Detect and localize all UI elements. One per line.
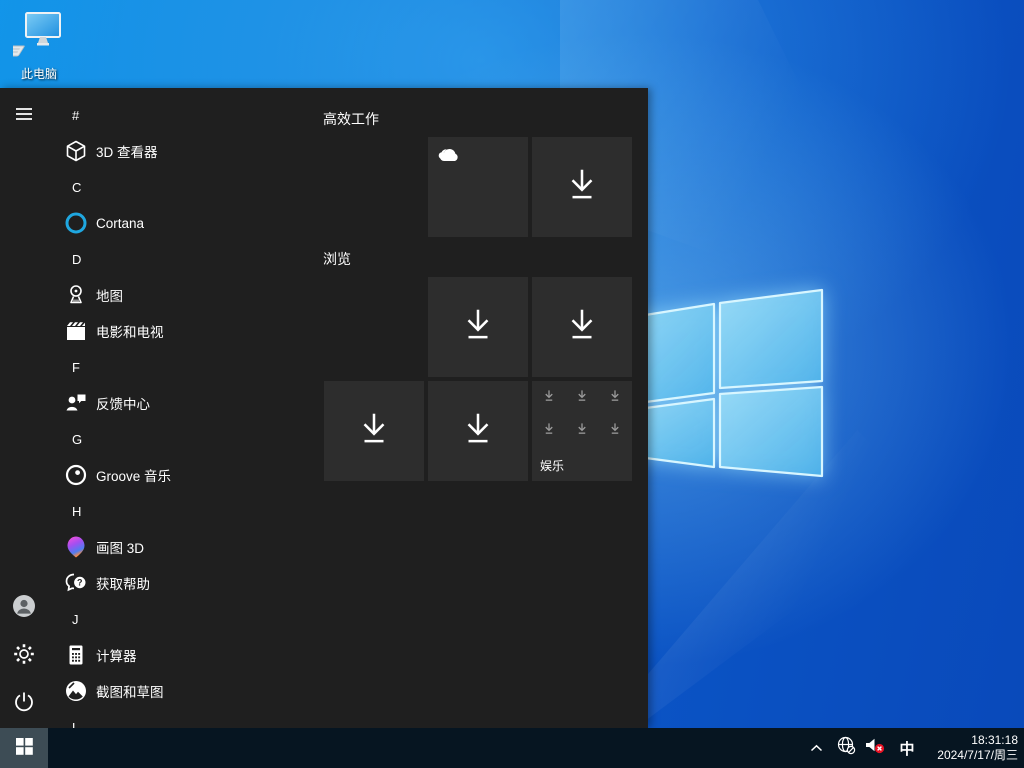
app-list-item[interactable]: Cortana <box>48 205 348 241</box>
tile-group-title[interactable]: 高效工作 <box>323 109 379 129</box>
app-label: 反馈中心 <box>96 393 150 413</box>
this-pc-icon <box>13 47 65 64</box>
mini-download-arrow-icon <box>576 389 589 407</box>
tile-folder-label: 娱乐 <box>540 457 564 474</box>
app-list-item[interactable]: 3D 查看器 <box>48 133 348 169</box>
start-button[interactable] <box>0 728 48 768</box>
tile-pending-download[interactable] <box>428 381 528 481</box>
taskbar: 中 18:31:18 2024/7/17/周三 <box>0 728 1024 768</box>
app-list-letter-header[interactable]: L <box>48 709 348 728</box>
taskbar-clock[interactable]: 18:31:18 2024/7/17/周三 <box>926 733 1018 763</box>
this-pc-label: 此电脑 <box>6 67 72 81</box>
snip-sketch-icon <box>64 679 88 703</box>
maps-icon <box>64 283 88 307</box>
tile-pending-download[interactable] <box>324 381 424 481</box>
start-menu-rail <box>0 88 48 728</box>
3d-viewer-icon <box>64 139 88 163</box>
power-button[interactable] <box>0 680 48 728</box>
tile-area: 高效工作浏览娱乐 <box>324 88 632 728</box>
user-account-button[interactable] <box>0 584 48 632</box>
app-list: #3D 查看器 C Cortana D 地图电影和电视 F 反馈中心 G Groove 音乐 H画… <box>48 97 348 728</box>
app-label: 3D 查看器 <box>96 141 158 161</box>
download-arrow-icon <box>563 166 601 209</box>
download-arrow-icon <box>563 306 601 349</box>
gear-icon <box>13 643 35 670</box>
tile-pending-download[interactable] <box>428 277 528 377</box>
windows-start-icon <box>16 738 33 758</box>
power-icon <box>13 691 35 718</box>
globe-no-internet-icon <box>837 736 856 760</box>
app-list-item[interactable]: 画图 3D <box>48 529 348 565</box>
speaker-muted-icon <box>865 737 887 760</box>
expand-menu-button[interactable] <box>0 92 48 140</box>
app-list-letter-header[interactable]: # <box>48 97 348 133</box>
download-arrow-icon <box>459 410 497 453</box>
app-label: 获取帮助 <box>96 573 150 593</box>
app-label: 地图 <box>96 285 123 305</box>
app-list-letter-header[interactable]: H <box>48 493 348 529</box>
clock-time: 18:31:18 <box>930 733 1018 748</box>
app-list-letter-header[interactable]: D <box>48 241 348 277</box>
groove-music-icon <box>64 463 88 487</box>
desktop: 此电脑 <box>0 0 1024 768</box>
hamburger-icon <box>15 107 33 126</box>
onedrive-cloud-icon <box>437 146 461 167</box>
download-arrow-icon <box>355 410 393 453</box>
mini-download-arrow-icon <box>543 422 556 440</box>
calculator-icon <box>64 643 88 667</box>
app-label: 电影和电视 <box>96 321 164 341</box>
volume-button[interactable] <box>864 728 888 768</box>
app-label: 截图和草图 <box>96 681 164 701</box>
mini-download-arrow-icon <box>543 389 556 407</box>
screen: 此电脑 <box>0 0 1024 768</box>
clock-date: 2024/7/17/周三 <box>930 748 1018 763</box>
settings-button[interactable] <box>0 632 48 680</box>
app-list-item[interactable]: 计算器 <box>48 637 348 673</box>
mini-download-arrow-icon <box>609 389 622 407</box>
tile-pending-download[interactable] <box>532 277 632 377</box>
app-list-item[interactable]: 电影和电视 <box>48 313 348 349</box>
download-arrow-icon <box>459 306 497 349</box>
start-menu: #3D 查看器 C Cortana D 地图电影和电视 F 反馈中心 G Groove 音乐 H画… <box>0 88 648 728</box>
mini-download-arrow-icon <box>576 422 589 440</box>
user-icon <box>12 594 36 623</box>
tile-onedrive[interactable] <box>428 137 528 237</box>
app-list-item[interactable]: ? 获取帮助 <box>48 565 348 601</box>
tile-pending-download[interactable] <box>532 137 632 237</box>
feedback-hub-icon <box>64 391 88 415</box>
mini-download-arrow-icon <box>609 422 622 440</box>
ime-indicator[interactable]: 中 <box>894 738 920 759</box>
app-label: 画图 3D <box>96 537 144 557</box>
cortana-icon <box>64 211 88 235</box>
app-list-letter-header[interactable]: C <box>48 169 348 205</box>
app-label: Cortana <box>96 216 144 231</box>
app-list-letter-header[interactable]: G <box>48 421 348 457</box>
svg-text:?: ? <box>77 578 83 588</box>
tile-group-title[interactable]: 浏览 <box>323 249 351 269</box>
movies-tv-icon <box>64 319 88 343</box>
desktop-icon-this-pc[interactable]: 此电脑 <box>6 10 72 81</box>
app-list-item[interactable]: 反馈中心 <box>48 385 348 421</box>
app-list-item[interactable]: Groove 音乐 <box>48 457 348 493</box>
app-list-item[interactable]: 截图和草图 <box>48 673 348 709</box>
paint-3d-icon <box>64 535 88 559</box>
show-hidden-icons-button[interactable] <box>804 728 828 768</box>
tile-folder-entertainment[interactable]: 娱乐 <box>532 381 632 481</box>
network-status-button[interactable] <box>834 728 858 768</box>
app-list-letter-header[interactable]: F <box>48 349 348 385</box>
app-label: Groove 音乐 <box>96 465 171 485</box>
app-label: 计算器 <box>96 645 137 665</box>
chevron-up-icon <box>810 739 823 757</box>
app-list-item[interactable]: 地图 <box>48 277 348 313</box>
get-help-icon: ? <box>64 571 88 595</box>
app-list-letter-header[interactable]: J <box>48 601 348 637</box>
system-tray: 中 18:31:18 2024/7/17/周三 <box>804 728 1024 768</box>
